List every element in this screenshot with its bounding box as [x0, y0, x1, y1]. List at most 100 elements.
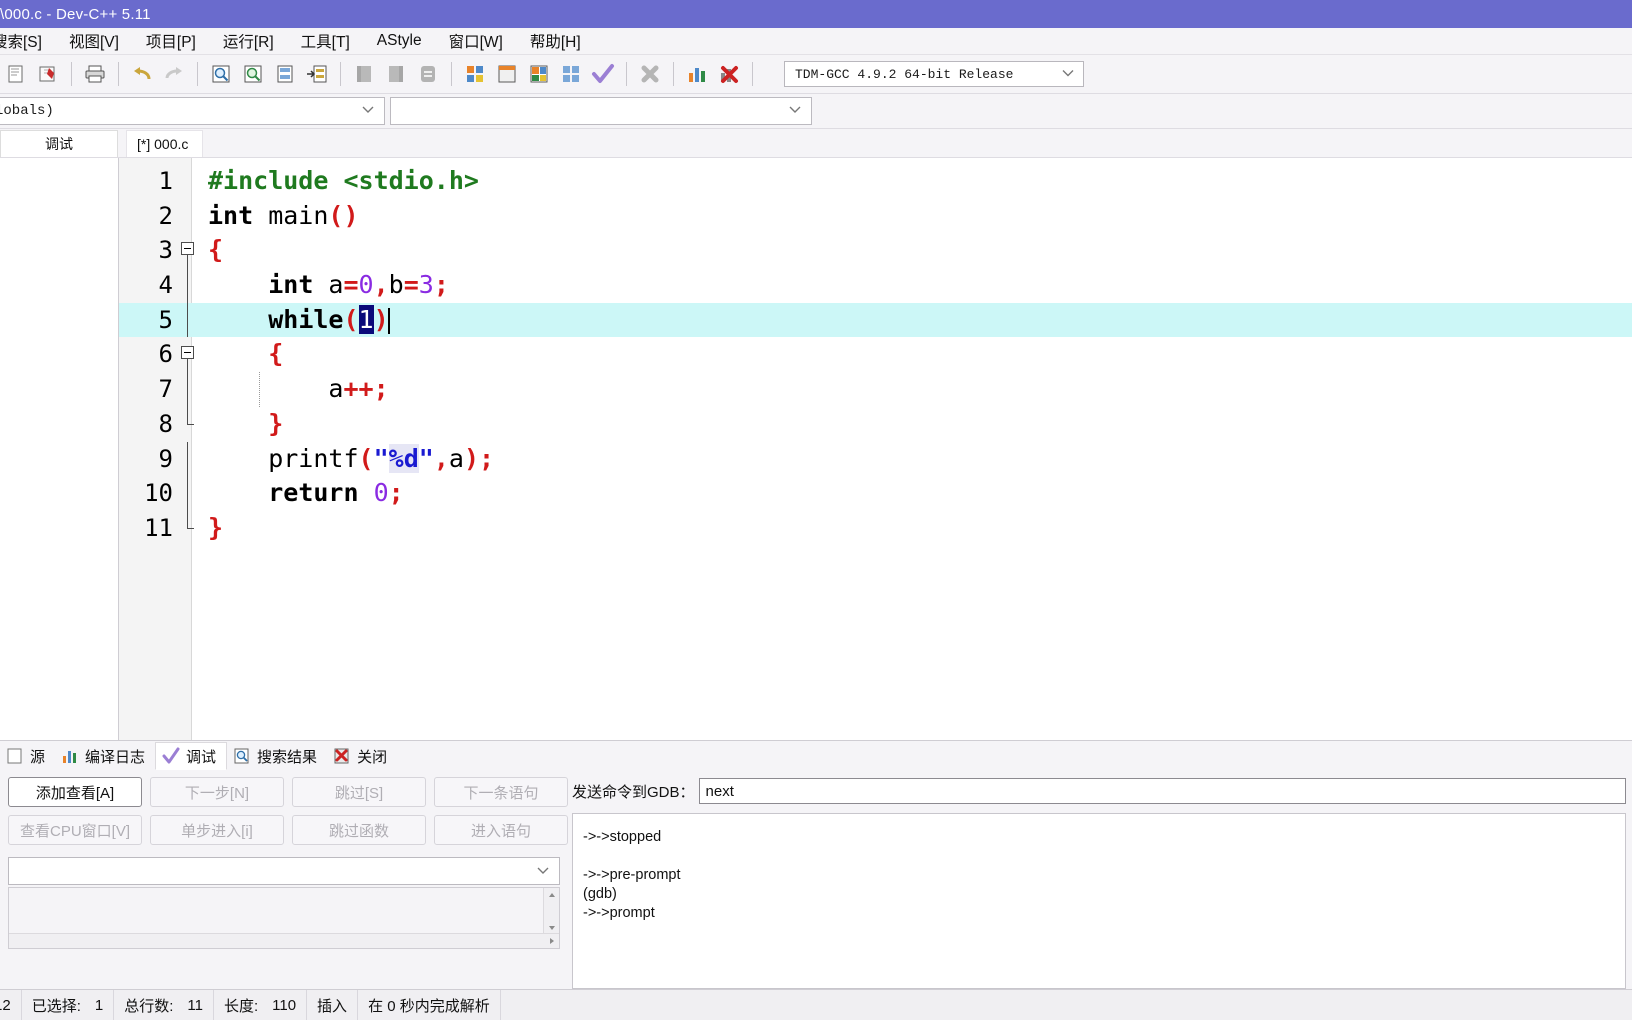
fold-column[interactable]: [179, 337, 195, 373]
debug-tab-content: 添加查看[A] 下一步[N] 跳过[S] 下一条语句 查看CPU窗口[V] 单步进入[i…: [0, 771, 1632, 989]
code-line[interactable]: 10 return 0;: [119, 476, 1632, 511]
menu-view-label: 视图[V]: [68, 34, 119, 51]
menu-project[interactable]: 项目[P]: [146, 28, 209, 54]
resource-icon: [6, 747, 24, 765]
status-length-label: 长度:: [223, 997, 259, 1015]
code-line[interactable]: 11}: [119, 510, 1632, 546]
fold-collapse-icon[interactable]: [181, 242, 194, 256]
scope-select[interactable]: lobals): [0, 97, 385, 125]
add-watch-button-label: 添加查看[A]: [35, 784, 115, 802]
tab-debug[interactable]: 调试: [155, 742, 228, 770]
compile-icon[interactable]: [460, 59, 490, 89]
watch-horizontal-scrollbar[interactable]: [9, 933, 559, 948]
menu-tools[interactable]: 工具[T]: [301, 28, 363, 54]
scope-select-value: lobals): [0, 103, 54, 119]
code-token: ++: [343, 374, 374, 404]
toggle-comment-icon[interactable]: [413, 59, 443, 89]
tab-search-result[interactable]: 搜索结果: [227, 742, 327, 770]
indent-icon[interactable]: [349, 59, 379, 89]
line-number: 1: [158, 167, 173, 195]
left-panel-tab-debug[interactable]: 调试: [0, 130, 118, 157]
code-token: printf: [208, 443, 359, 473]
watch-list[interactable]: [8, 887, 560, 949]
bottom-tab-bar: 源 编译日志 调试 搜索结果 关闭: [0, 741, 1632, 771]
menu-run[interactable]: 运行[R]: [223, 28, 287, 54]
gdb-command-value: next: [705, 782, 734, 800]
open-project-icon[interactable]: [33, 59, 63, 89]
fold-column[interactable]: [179, 510, 195, 546]
status-parse: 在 0 秒内完成解析: [358, 990, 501, 1020]
tab-compile-log[interactable]: 编译日志: [55, 742, 155, 770]
fold-collapse-icon[interactable]: [181, 346, 194, 360]
tab-close[interactable]: 关闭: [327, 742, 397, 770]
compiler-select[interactable]: TDM-GCC 4.9.2 64-bit Release: [784, 61, 1084, 87]
code-line[interactable]: 4 int a=0,b=3;: [119, 268, 1632, 303]
profile-icon[interactable]: [682, 59, 712, 89]
redo-icon[interactable]: [159, 59, 189, 89]
code-editor[interactable]: 1 #include <stdio.h> 2 int main() 3{4 int a=…: [119, 158, 1632, 740]
watch-select[interactable]: [8, 857, 560, 885]
gdb-command-input[interactable]: next: [698, 778, 1626, 804]
fold-column[interactable]: [179, 268, 195, 303]
member-select[interactable]: [390, 97, 812, 125]
fold-column[interactable]: [179, 233, 195, 269]
code-line[interactable]: 6 {: [119, 337, 1632, 373]
run-icon[interactable]: [492, 59, 522, 89]
unindent-icon[interactable]: [381, 59, 411, 89]
add-watch-button[interactable]: 添加查看[A]: [8, 777, 142, 807]
fold-column[interactable]: [179, 441, 195, 477]
fold-column[interactable]: [179, 406, 195, 442]
editor-tab-label: [*] 000.c: [137, 136, 189, 152]
code-lines[interactable]: 1 #include <stdio.h> 2 int main() 3{4 int a=…: [119, 158, 1632, 740]
code-line[interactable]: 1 #include <stdio.h>: [119, 164, 1632, 199]
rebuild-icon[interactable]: [556, 59, 586, 89]
scroll-right-icon[interactable]: [544, 935, 559, 948]
menu-help[interactable]: 帮助[H]: [530, 28, 594, 54]
replace-icon[interactable]: [302, 59, 332, 89]
fold-column[interactable]: [179, 476, 195, 511]
gdb-log-line: ->->stopped: [583, 829, 662, 845]
compile-run-icon[interactable]: [524, 59, 554, 89]
code-line[interactable]: 8 }: [119, 406, 1632, 442]
stop-icon[interactable]: [635, 59, 665, 89]
syntax-check-icon[interactable]: [588, 59, 618, 89]
code-token: int: [268, 270, 314, 300]
code-line[interactable]: 2 int main(): [119, 199, 1632, 234]
code-token: }: [268, 408, 284, 438]
status-bar: 12 已选择: 1 总行数: 11 长度: 110 插入 在 0 秒内完成解析: [0, 989, 1632, 1020]
status-length-value: 110: [272, 996, 297, 1014]
code-line[interactable]: 9 printf("%d",a);: [119, 441, 1632, 477]
code-text: int main(): [195, 199, 359, 234]
goto-line-icon[interactable]: [270, 59, 300, 89]
debug-controls: 添加查看[A] 下一步[N] 跳过[S] 下一条语句 查看CPU窗口[V] 单步进入[i…: [0, 777, 572, 989]
tab-resources[interactable]: 源: [0, 742, 55, 770]
fold-column[interactable]: [179, 164, 195, 199]
gdb-log-line: ->->pre-prompt: [583, 867, 681, 883]
fold-column[interactable]: [179, 199, 195, 234]
code-line[interactable]: 7 a++;: [119, 372, 1632, 407]
find-icon[interactable]: [206, 59, 236, 89]
scroll-up-icon[interactable]: [544, 888, 559, 901]
code-line[interactable]: 3{: [119, 233, 1632, 269]
line-number: 9: [158, 444, 173, 473]
new-file-icon[interactable]: [1, 59, 31, 89]
fold-column[interactable]: [179, 372, 195, 407]
debug-icon[interactable]: [714, 59, 744, 89]
text-caret: [387, 307, 390, 334]
undo-icon[interactable]: [127, 59, 157, 89]
fold-column[interactable]: [179, 302, 195, 338]
menu-search[interactable]: 搜索[S]: [0, 28, 55, 54]
editor-tab-000c[interactable]: [*] 000.c: [126, 130, 204, 157]
menu-astyle[interactable]: AStyle: [377, 30, 435, 52]
gdb-output-log[interactable]: ->->stopped ->->pre-prompt (gdb) ->->prompt: [572, 813, 1626, 989]
toolbar-separator: [340, 62, 341, 86]
code-token: {: [208, 235, 224, 265]
find-next-icon[interactable]: [238, 59, 268, 89]
menu-view[interactable]: 视图[V]: [69, 28, 132, 54]
print-icon[interactable]: [80, 59, 110, 89]
watch-vertical-scrollbar[interactable]: [543, 888, 559, 934]
menu-window[interactable]: 窗口[W]: [449, 28, 516, 54]
code-token: ;: [479, 443, 495, 473]
line-number: 3: [158, 236, 173, 265]
code-line[interactable]: 5 while(1): [119, 302, 1632, 338]
